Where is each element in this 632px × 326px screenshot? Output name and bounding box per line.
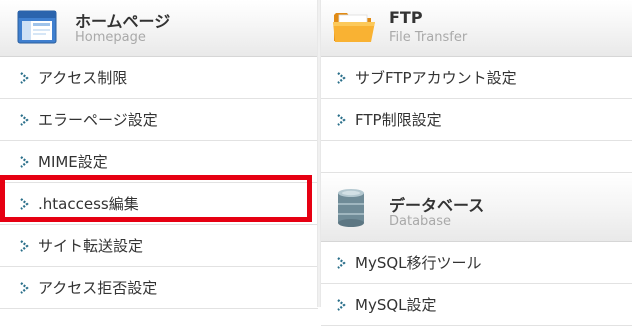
empty-row [321, 140, 632, 173]
database-icon [334, 187, 368, 229]
arrow-right-icon [20, 240, 29, 252]
homepage-panel: ホームページ Homepage アクセス制限 エラーページ設定 MIME設定 .… [0, 0, 318, 309]
arrow-right-icon [20, 282, 29, 294]
homepage-subtitle: Homepage [75, 30, 146, 45]
arrow-right-icon [20, 198, 29, 210]
menu-item-label: エラーページ設定 [38, 111, 158, 129]
database-title: データベース [389, 196, 485, 215]
menu-item-htaccess[interactable]: .htaccess編集 [0, 183, 318, 225]
ftp-header: FTP File Transfer [321, 0, 632, 57]
menu-item-label: サイト転送設定 [38, 237, 144, 255]
arrow-right-icon [20, 72, 29, 84]
menu-item-mysql-settings[interactable]: MySQL設定 [321, 284, 632, 326]
arrow-right-icon [20, 114, 29, 126]
menu-item-label: MySQL移行ツール [355, 254, 482, 272]
menu-item-label: .htaccess編集 [38, 195, 139, 213]
arrow-right-icon [337, 257, 346, 269]
ftp-database-panel: FTP File Transfer サブFTPアカウント設定 FTP制限設定 デ… [321, 0, 632, 326]
menu-item-access-restriction[interactable]: アクセス制限 [0, 57, 318, 99]
arrow-right-icon [337, 72, 346, 84]
arrow-right-icon [337, 299, 346, 311]
homepage-header: ホームページ Homepage [0, 0, 318, 57]
menu-item-label: アクセス制限 [38, 69, 128, 87]
menu-item-label: MIME設定 [38, 153, 108, 171]
folder-icon [331, 7, 379, 47]
menu-item-mime[interactable]: MIME設定 [0, 141, 318, 183]
menu-item-access-deny[interactable]: アクセス拒否設定 [0, 267, 318, 309]
database-subtitle: Database [389, 214, 452, 229]
browser-window-icon [14, 5, 62, 47]
menu-item-label: アクセス拒否設定 [38, 279, 158, 297]
ftp-subtitle: File Transfer [389, 30, 468, 45]
homepage-title: ホームページ [75, 12, 171, 31]
arrow-right-icon [337, 114, 346, 126]
menu-item-label: FTP制限設定 [355, 111, 442, 129]
arrow-right-icon [20, 156, 29, 168]
menu-item-label: サブFTPアカウント設定 [355, 69, 517, 87]
menu-item-mysql-migration[interactable]: MySQL移行ツール [321, 242, 632, 284]
menu-item-ftp-restriction[interactable]: FTP制限設定 [321, 99, 632, 141]
menu-item-sub-ftp-account[interactable]: サブFTPアカウント設定 [321, 57, 632, 99]
database-header: データベース Database [321, 173, 632, 242]
ftp-title: FTP [389, 8, 423, 27]
menu-item-site-transfer[interactable]: サイト転送設定 [0, 225, 318, 267]
menu-item-error-page[interactable]: エラーページ設定 [0, 99, 318, 141]
menu-item-label: MySQL設定 [355, 296, 437, 314]
